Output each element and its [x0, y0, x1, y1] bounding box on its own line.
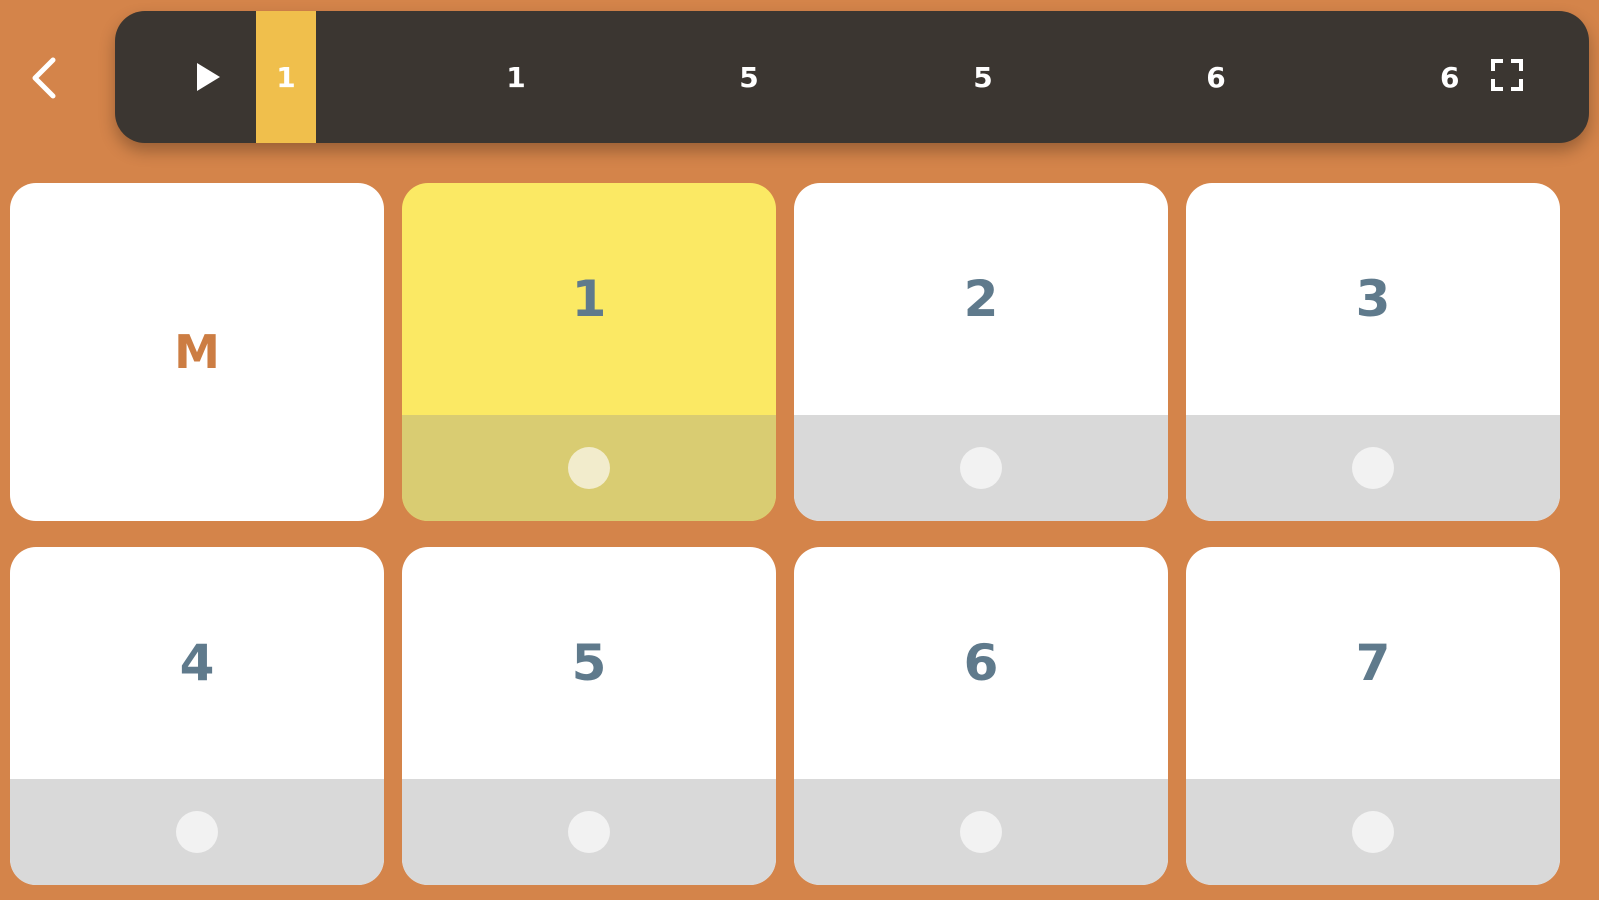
fullscreen-button[interactable]: [1487, 57, 1527, 97]
play-button[interactable]: [188, 57, 228, 97]
pad-footer: [1186, 415, 1560, 521]
pad-footer: [794, 779, 1168, 885]
pad-footer: [1186, 779, 1560, 885]
indicator-dot: [176, 811, 218, 853]
chevron-left-icon: [26, 54, 60, 102]
pad-mute[interactable]: M: [10, 183, 384, 521]
pad-7[interactable]: 7: [1186, 547, 1560, 885]
sequence-step[interactable]: 1: [256, 11, 316, 143]
indicator-dot: [960, 811, 1002, 853]
sequence-bar: 1 1 5 5 6 6: [115, 11, 1589, 143]
pad-label: 7: [1355, 634, 1391, 692]
pad-6[interactable]: 6: [794, 547, 1168, 885]
indicator-dot: [1352, 811, 1394, 853]
back-button[interactable]: [18, 50, 68, 106]
sequence-step[interactable]: 1: [486, 11, 546, 143]
fullscreen-icon: [1490, 58, 1524, 96]
pad-1[interactable]: 1: [402, 183, 776, 521]
indicator-dot: [1352, 447, 1394, 489]
pad-4[interactable]: 4: [10, 547, 384, 885]
pad-label: 4: [179, 634, 215, 692]
pad-5[interactable]: 5: [402, 547, 776, 885]
pad-label: 1: [571, 270, 607, 328]
indicator-dot: [960, 447, 1002, 489]
pad-label: 2: [963, 270, 999, 328]
indicator-dot: [568, 447, 610, 489]
sequence-step[interactable]: 5: [719, 11, 779, 143]
pad-label: M: [174, 325, 220, 379]
play-icon: [193, 60, 223, 94]
pad-footer: [794, 415, 1168, 521]
pad-3[interactable]: 3: [1186, 183, 1560, 521]
pad-footer: [10, 779, 384, 885]
pad-grid: M 1 2 3 4 5 6 7: [10, 183, 1589, 891]
pad-label: 5: [571, 634, 607, 692]
sequence-step[interactable]: 6: [1440, 11, 1460, 143]
sequence-step[interactable]: 6: [1186, 11, 1246, 143]
indicator-dot: [568, 811, 610, 853]
sequence-step[interactable]: 5: [953, 11, 1013, 143]
pad-label: 3: [1355, 270, 1391, 328]
pad-label: 6: [963, 634, 999, 692]
pad-footer: [402, 779, 776, 885]
pad-2[interactable]: 2: [794, 183, 1168, 521]
pad-footer: [402, 415, 776, 521]
